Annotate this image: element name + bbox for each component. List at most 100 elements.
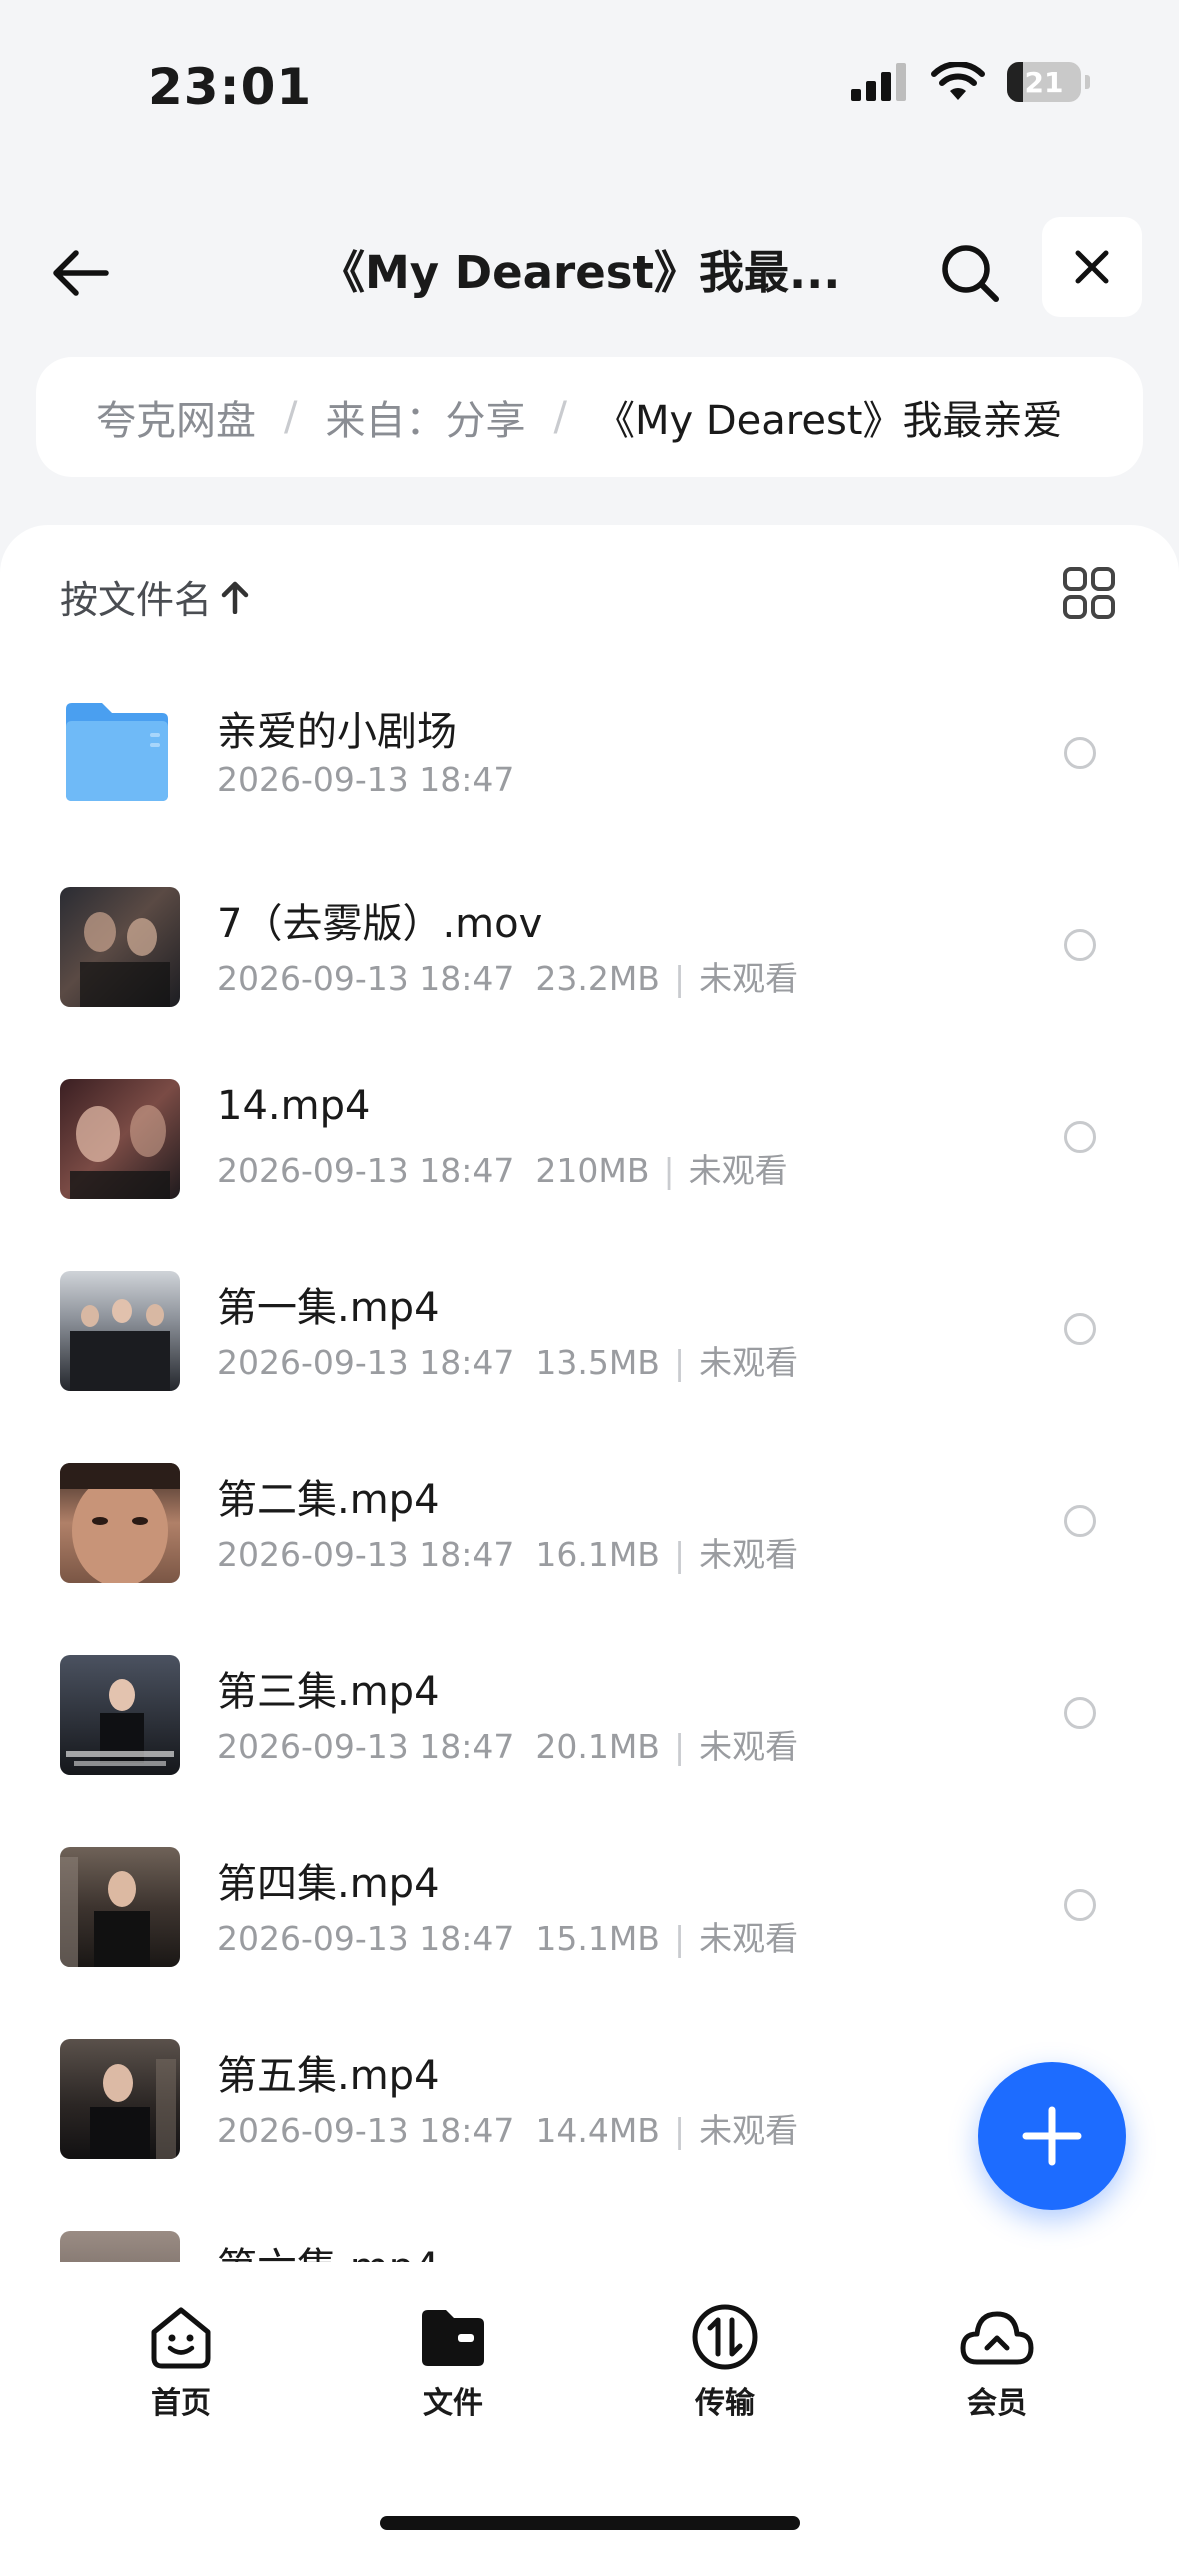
video-thumbnail: [60, 1655, 180, 1775]
status-bar: 23:01 21: [0, 0, 1179, 170]
file-date: 2026-09-13 18:47: [217, 760, 515, 799]
file-name: 第五集.mp4: [217, 2053, 440, 2099]
header: 《My Dearest》我最...: [0, 205, 1179, 335]
select-radio[interactable]: [1064, 1889, 1096, 1921]
arrow-up-icon: [221, 581, 249, 614]
video-thumbnail: [60, 2039, 180, 2159]
file-meta: 2026-09-13 18:47 16.1MB | 未观看: [217, 1528, 798, 1576]
file-row[interactable]: 14.mp4 2026-09-13 18:47 210MB | 未观看: [0, 1049, 1179, 1241]
cellular-signal-icon: [851, 63, 906, 101]
select-radio[interactable]: [1064, 929, 1096, 961]
video-thumbnail: [60, 1463, 180, 1583]
tab-transfer[interactable]: 传输: [655, 2302, 795, 2422]
cloud-icon: [960, 2311, 1034, 2365]
file-row[interactable]: 第二集.mp4 2026-09-13 18:47 16.1MB | 未观看: [0, 1433, 1179, 1625]
transfer-icon: [692, 2304, 758, 2370]
tab-label: 文件: [423, 2386, 483, 2421]
file-date: 2026-09-13 18:47: [217, 1727, 515, 1766]
watch-status: 未观看: [699, 2111, 799, 2150]
file-list: 亲爱的小剧场 2026-09-13 18:47 7（去雾版）.mov 2026-…: [0, 665, 1179, 2265]
battery-level-fill: [1007, 62, 1023, 102]
file-size: 13.5MB: [535, 1343, 660, 1382]
watch-status: 未观看: [699, 1343, 799, 1382]
search-button[interactable]: [930, 233, 1010, 313]
breadcrumb-item-current: 《My Dearest》我最亲爱: [594, 398, 1063, 444]
file-date: 2026-09-13 18:47: [217, 959, 515, 998]
breadcrumb-item-shared[interactable]: 来自：分享: [325, 388, 525, 446]
select-radio[interactable]: [1064, 1121, 1096, 1153]
file-name: 第二集.mp4: [217, 1477, 440, 1523]
bottom-tab-bar: 首页 文件 传输 会员: [0, 2262, 1179, 2556]
file-row[interactable]: 第三集.mp4 2026-09-13 18:47 20.1MB | 未观看: [0, 1625, 1179, 1817]
home-indicator: [380, 2516, 800, 2530]
select-radio[interactable]: [1064, 1697, 1096, 1729]
folder-icon: [422, 2310, 484, 2366]
breadcrumb: 夸克网盘 / 来自：分享 / 《My Dearest》我最亲爱: [36, 357, 1143, 477]
wifi-icon: [931, 62, 985, 100]
watch-status: 未观看: [688, 1151, 788, 1190]
back-button[interactable]: [40, 233, 120, 313]
watch-status: 未观看: [699, 959, 799, 998]
file-meta: 2026-09-13 18:47 23.2MB | 未观看: [217, 952, 798, 1000]
meta-separator: |: [673, 1727, 686, 1766]
video-thumbnail: [60, 887, 180, 1007]
tab-label: 首页: [151, 2386, 211, 2421]
meta-separator: |: [663, 1151, 675, 1190]
grid-view-icon: [1063, 567, 1115, 619]
tab-label: 传输: [695, 2386, 755, 2421]
close-button[interactable]: [1042, 217, 1142, 317]
file-date: 2026-09-13 18:47: [217, 1151, 515, 1190]
file-row[interactable]: 亲爱的小剧场 2026-09-13 18:47: [0, 665, 1179, 857]
file-name: 第四集.mp4: [217, 1861, 440, 1907]
video-thumbnail: [60, 1079, 180, 1199]
file-meta: 2026-09-13 18:47 13.5MB | 未观看: [217, 1336, 798, 1384]
breadcrumb-separator: /: [284, 394, 298, 440]
video-thumbnail: [60, 1271, 180, 1391]
file-name: 亲爱的小剧场: [217, 709, 457, 755]
file-name: 7（去雾版）.mov: [217, 901, 543, 947]
select-radio[interactable]: [1064, 1505, 1096, 1537]
tab-files[interactable]: 文件: [383, 2302, 523, 2422]
file-panel: 按文件名 亲爱的小剧场 2026-09-13 18:47 7（去雾版）.mov …: [0, 525, 1179, 2556]
file-size: 20.1MB: [535, 1727, 660, 1766]
video-thumbnail: [60, 2231, 180, 2265]
file-row[interactable]: 第四集.mp4 2026-09-13 18:47 15.1MB | 未观看: [0, 1817, 1179, 2009]
file-date: 2026-09-13 18:47: [217, 1919, 515, 1958]
sort-button[interactable]: 按文件名: [60, 569, 250, 624]
file-date: 2026-09-13 18:47: [217, 2111, 515, 2150]
file-row[interactable]: 7（去雾版）.mov 2026-09-13 18:47 23.2MB | 未观看: [0, 857, 1179, 1049]
file-meta: 2026-09-13 18:47 20.1MB | 未观看: [217, 1720, 798, 1768]
select-radio[interactable]: [1064, 1313, 1096, 1345]
file-size: 210MB: [535, 1151, 650, 1190]
battery-indicator: 21: [1007, 62, 1090, 102]
home-face-icon: [151, 2307, 211, 2369]
video-thumbnail: [60, 1847, 180, 1967]
file-size: 15.1MB: [535, 1919, 660, 1958]
plus-icon: [1022, 2106, 1082, 2166]
select-radio[interactable]: [1064, 737, 1096, 769]
tab-membership[interactable]: 会员: [927, 2302, 1067, 2422]
tab-home[interactable]: 首页: [111, 2302, 251, 2422]
file-name: 第六集.mp4: [217, 2235, 440, 2265]
battery-level-text: 21: [1024, 65, 1064, 99]
file-size: 14.4MB: [535, 2111, 660, 2150]
grid-view-button[interactable]: [1061, 565, 1117, 621]
file-meta: 2026-09-13 18:47 210MB | 未观看: [217, 1144, 788, 1192]
page-title: 《My Dearest》我最...: [320, 246, 840, 299]
meta-separator: |: [673, 959, 686, 998]
file-date: 2026-09-13 18:47: [217, 1535, 515, 1574]
file-row[interactable]: 第一集.mp4 2026-09-13 18:47 13.5MB | 未观看: [0, 1241, 1179, 1433]
status-icons: 21: [851, 62, 1090, 102]
meta-separator: |: [673, 1919, 686, 1958]
add-button[interactable]: [978, 2062, 1126, 2210]
status-time: 23:01: [148, 58, 313, 116]
close-icon: [1075, 250, 1109, 284]
file-row[interactable]: 第六集.mp4: [0, 2201, 1179, 2265]
file-date: 2026-09-13 18:47: [217, 1343, 515, 1382]
file-size: 23.2MB: [535, 959, 660, 998]
watch-status: 未观看: [699, 1919, 799, 1958]
meta-separator: |: [673, 2111, 686, 2150]
breadcrumb-item-root[interactable]: 夸克网盘: [96, 388, 256, 446]
file-meta: 2026-09-13 18:47 14.4MB | 未观看: [217, 2104, 798, 2152]
search-icon: [942, 245, 999, 302]
